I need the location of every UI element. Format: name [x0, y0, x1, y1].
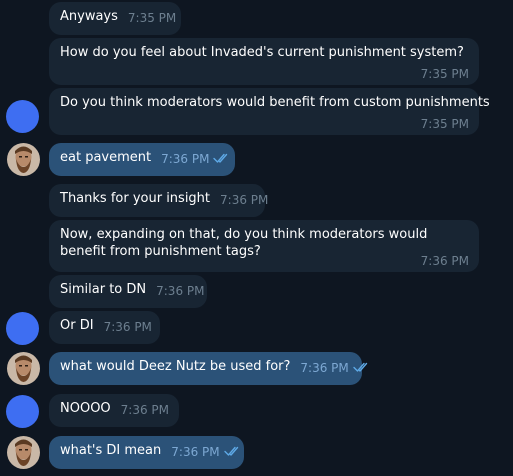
message-bubble-incoming[interactable]: Now, expanding on that, do you think mod…	[49, 220, 479, 272]
message-time: 7:36 PM	[103, 320, 152, 334]
message-bubble-incoming[interactable]: Similar to DN 7:36 PM	[49, 275, 207, 308]
message-time: 7:36 PM	[420, 254, 469, 268]
message-time: 7:35 PM	[420, 117, 469, 131]
message-bubble-outgoing[interactable]: what would Deez Nutz be used for? 7:36 PM	[49, 352, 367, 385]
chat-history[interactable]: Anyways 7:35 PM How do you feel about Inv…	[0, 0, 513, 476]
message-text: Now, expanding on that, do you think mod…	[60, 227, 428, 259]
message-time: 7:36 PM	[300, 361, 349, 375]
message-time: 7:36 PM	[171, 445, 220, 459]
message-bubble-incoming[interactable]: Anyways 7:35 PM	[49, 2, 181, 35]
message-time: 7:36 PM	[161, 152, 210, 166]
message-text: what would Deez Nutz be used for?	[60, 359, 291, 374]
message-time: 7:35 PM	[420, 67, 469, 81]
message-text: what's DI mean	[60, 443, 162, 458]
user-avatar[interactable]	[7, 143, 40, 176]
message-text: eat pavement	[60, 150, 152, 165]
participant-avatar[interactable]	[6, 395, 39, 428]
message-bubble-incoming[interactable]: NOOOO 7:36 PM	[49, 394, 179, 427]
message-bubble-incoming[interactable]: Or DI 7:36 PM	[49, 311, 160, 344]
user-avatar[interactable]	[7, 436, 40, 469]
participant-avatar[interactable]	[6, 100, 39, 133]
message-text: How do you feel about Invaded's current …	[60, 45, 464, 60]
message-text: Thanks for your insight	[60, 191, 211, 206]
message-time: 7:36 PM	[120, 403, 170, 417]
message-text: Similar to DN	[60, 282, 147, 297]
message-bubble-incoming[interactable]: Do you think moderators would benefit fr…	[49, 88, 490, 135]
message-text: Or DI	[60, 318, 94, 333]
message-time: 7:35 PM	[127, 11, 177, 25]
message-bubble-outgoing[interactable]: eat pavement 7:36 PM	[49, 143, 235, 176]
double-check-icon	[223, 445, 242, 457]
participant-avatar[interactable]	[6, 312, 39, 345]
message-time: 7:36 PM	[156, 284, 205, 298]
bearded-man-photo	[7, 352, 40, 385]
message-bubble-incoming[interactable]: Thanks for your insight 7:36 PM	[49, 184, 269, 217]
message-bubble-incoming[interactable]: How do you feel about Invaded's current …	[49, 38, 479, 85]
message-time: 7:36 PM	[220, 193, 269, 207]
user-avatar[interactable]	[7, 352, 40, 385]
message-text: NOOOO	[60, 401, 111, 416]
message-bubble-outgoing[interactable]: what's DI mean 7:36 PM	[49, 436, 244, 469]
double-check-icon	[213, 152, 231, 164]
message-text: Anyways	[60, 9, 118, 24]
bearded-man-photo	[7, 436, 40, 469]
double-check-icon	[353, 361, 371, 373]
bearded-man-photo	[7, 143, 40, 176]
message-text: Do you think moderators would benefit fr…	[60, 95, 490, 110]
